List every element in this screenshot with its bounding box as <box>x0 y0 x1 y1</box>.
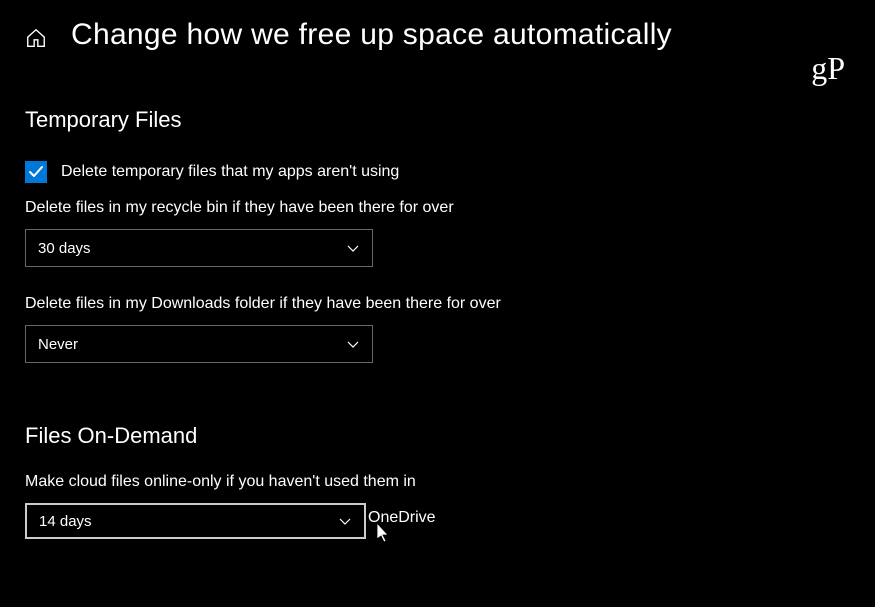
page-title: Change how we free up space automaticall… <box>71 18 672 52</box>
downloads-dropdown[interactable]: Never <box>25 325 373 363</box>
chevron-down-icon <box>346 241 360 255</box>
cloud-files-dropdown[interactable]: 14 days <box>25 503 366 539</box>
delete-temp-files-label: Delete temporary files that my apps aren… <box>61 163 399 181</box>
section-heading-temporary-files: Temporary Files <box>25 107 850 133</box>
cloud-files-value: 14 days <box>39 513 92 530</box>
home-icon[interactable] <box>25 27 47 49</box>
cloud-files-label: Make cloud files online-only if you have… <box>25 473 850 491</box>
downloads-value: Never <box>38 336 78 353</box>
section-heading-files-on-demand: Files On-Demand <box>25 423 850 449</box>
chevron-down-icon <box>346 337 360 351</box>
recycle-bin-value: 30 days <box>38 240 91 257</box>
delete-temp-files-checkbox[interactable] <box>25 161 47 183</box>
recycle-bin-label: Delete files in my recycle bin if they h… <box>25 199 850 217</box>
watermark: gP <box>811 50 845 87</box>
downloads-label: Delete files in my Downloads folder if t… <box>25 295 850 313</box>
chevron-down-icon <box>338 514 352 528</box>
onedrive-label: OneDrive <box>368 509 436 527</box>
recycle-bin-dropdown[interactable]: 30 days <box>25 229 373 267</box>
